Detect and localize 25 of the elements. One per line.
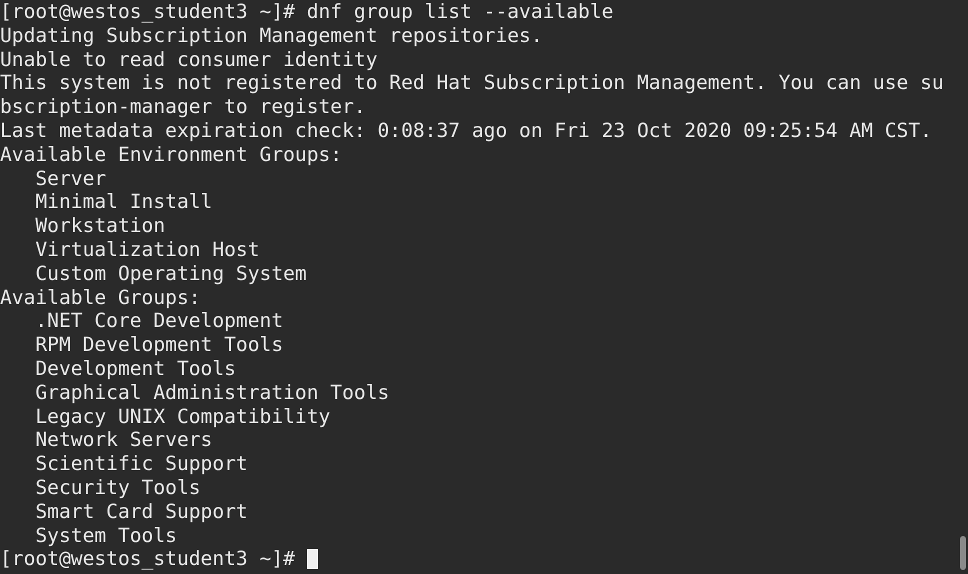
terminal-line: Scientific Support xyxy=(34,452,248,476)
terminal-line: Workstation xyxy=(34,214,166,238)
terminal-line: Network Servers xyxy=(34,428,212,452)
terminal-line: [root@westos_student3 ~]# xyxy=(0,547,296,572)
terminal-line: .NET Core Development xyxy=(34,309,284,334)
terminal-line: bscription-manager to register. xyxy=(0,95,366,119)
terminal-line: Virtualization Host xyxy=(34,238,260,262)
terminal-line: This system is not registered to Red Hat Subscription Management. You can use su xyxy=(0,71,944,96)
terminal-line: Graphical Administration Tools xyxy=(34,380,390,405)
terminal-line: Security Tools xyxy=(34,476,201,500)
terminal-line: Available Environment Groups: xyxy=(0,142,342,167)
terminal-line: [root@westos_student3 ~]# dnf group list --available xyxy=(0,0,614,24)
terminal-line: RPM Development Tools xyxy=(34,333,284,357)
terminal-line: Custom Operating System xyxy=(34,262,307,286)
terminal-line: Smart Card Support xyxy=(34,500,248,524)
terminal-line: Legacy UNIX Compatibility xyxy=(34,404,330,428)
terminal-line: Available Groups: xyxy=(0,286,201,310)
terminal-line: Last metadata expiration check: 0:08:37 ago on Fri 23 Oct 2020 09:25:54 AM CST. xyxy=(0,118,932,143)
terminal-line: Development Tools xyxy=(34,356,236,381)
terminal-line: System Tools xyxy=(34,524,177,548)
terminal-line: Unable to read consumer identity xyxy=(0,48,378,72)
terminal-line: Updating Subscription Management repositories. xyxy=(0,24,543,48)
scrollbar-thumb[interactable] xyxy=(960,536,966,570)
terminal-line: Server xyxy=(34,166,106,190)
terminal-line: Minimal Install xyxy=(34,190,212,214)
